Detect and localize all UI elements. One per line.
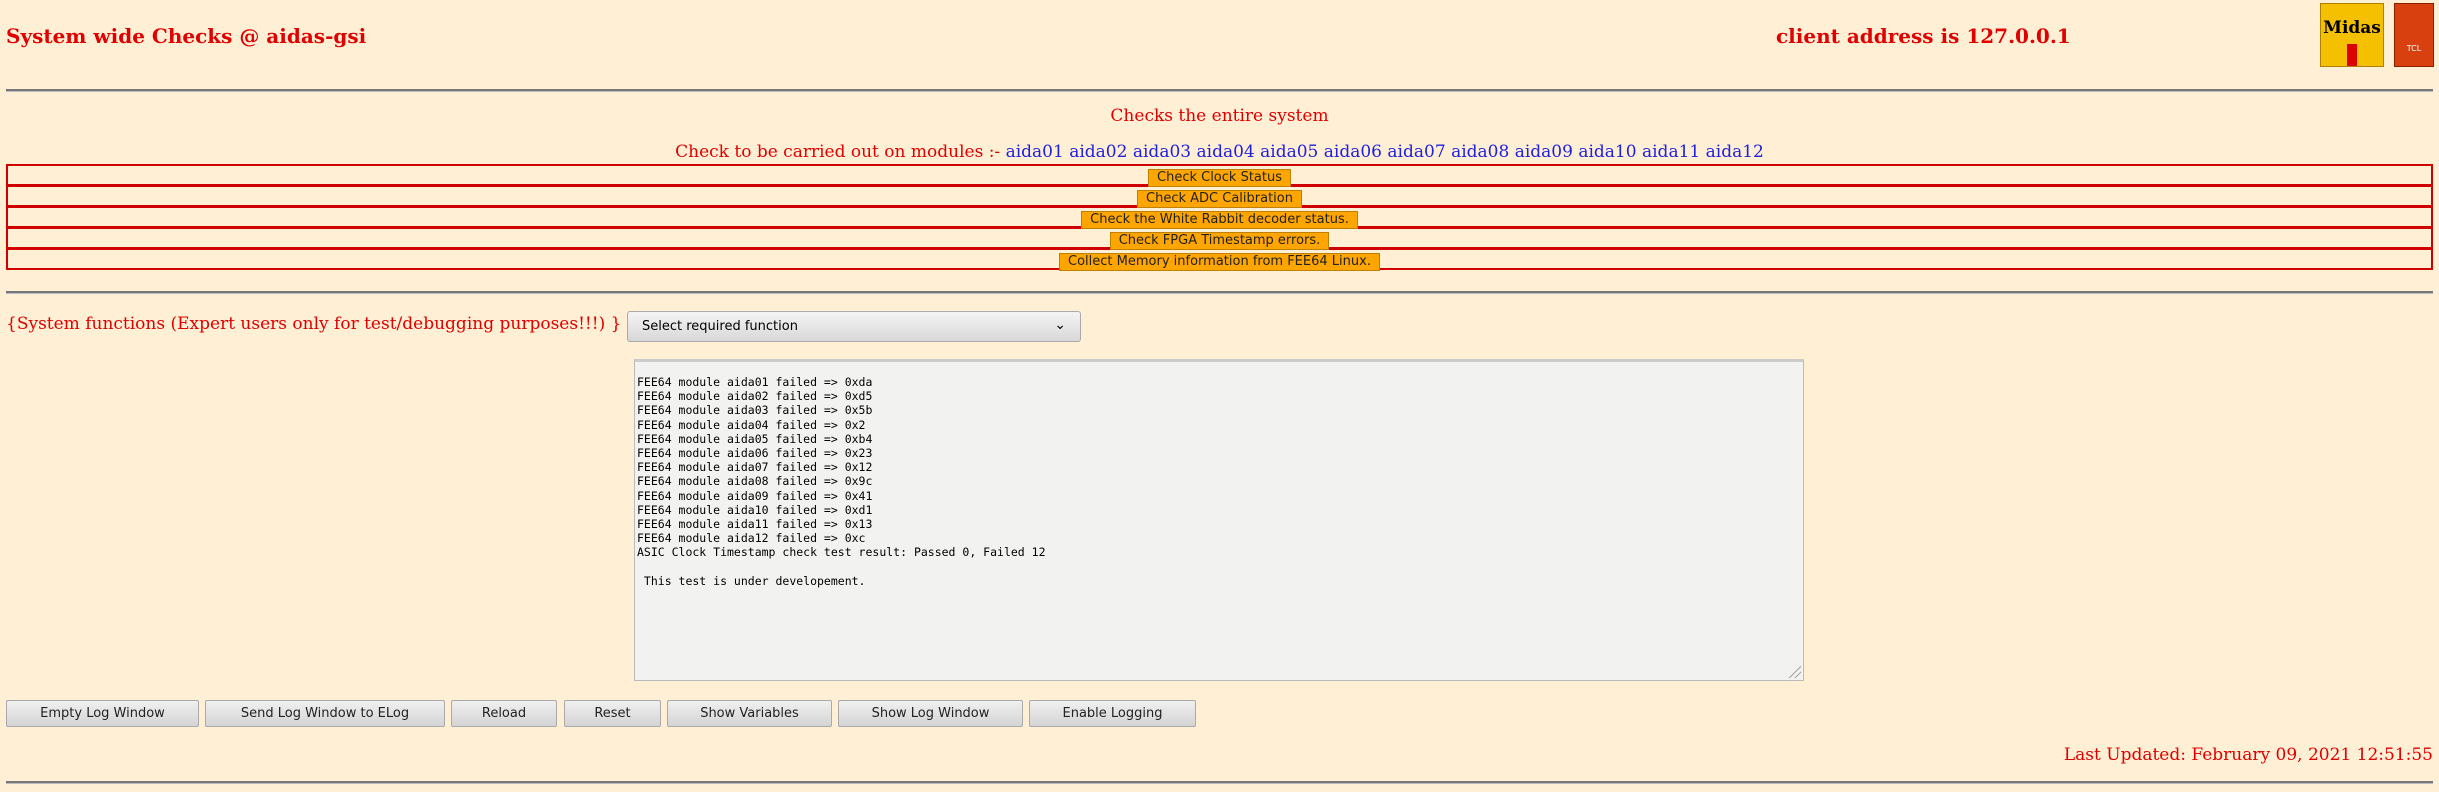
check-row: Collect Memory information from FEE64 Li…	[6, 248, 2433, 271]
check-button[interactable]: Collect Memory information from FEE64 Li…	[1059, 252, 1380, 271]
show-variables-button[interactable]: Show Variables	[667, 700, 832, 727]
midas-logo-text: Midas	[2323, 18, 2381, 38]
module-link[interactable]: aida12	[1706, 142, 1764, 162]
send-log-window-to-elog-button[interactable]: Send Log Window to ELog	[205, 700, 445, 727]
check-button[interactable]: Check Clock Status	[1148, 168, 1291, 187]
module-link[interactable]: aida08	[1451, 142, 1509, 162]
check-row: Check ADC Calibration	[6, 185, 2433, 208]
divider	[6, 781, 2433, 784]
reset-button[interactable]: Reset	[564, 700, 661, 727]
last-updated: Last Updated: February 09, 2021 12:51:55	[2063, 745, 2433, 765]
log-text: FEE64 module aida01 failed => 0xda FEE64…	[637, 375, 1046, 588]
divider	[6, 291, 2433, 294]
module-link[interactable]: aida11	[1642, 142, 1700, 162]
function-select[interactable]: Select required function ⌄	[627, 311, 1081, 342]
check-row: Check the White Rabbit decoder status.	[6, 206, 2433, 229]
check-row: Check FPGA Timestamp errors.	[6, 227, 2433, 250]
client-address: client address is 127.0.0.1	[1776, 24, 2071, 48]
module-link[interactable]: aida09	[1515, 142, 1573, 162]
system-functions-label: {System functions (Expert users only for…	[6, 314, 638, 334]
module-link[interactable]: aida05	[1260, 142, 1318, 162]
resize-handle-icon[interactable]	[1787, 664, 1801, 678]
page-title: System wide Checks @ aidas-gsi	[6, 24, 367, 48]
tcl-logo-text: TCL	[2406, 44, 2422, 53]
enable-logging-button[interactable]: Enable Logging	[1029, 700, 1196, 727]
reload-button[interactable]: Reload	[451, 700, 557, 727]
tcl-logo: TCL	[2394, 3, 2434, 67]
empty-log-window-button[interactable]: Empty Log Window	[6, 700, 199, 727]
module-link[interactable]: aida04	[1197, 142, 1255, 162]
modules-line: Check to be carried out on modules :- ai…	[0, 142, 2439, 162]
divider	[6, 89, 2433, 92]
module-link[interactable]: aida07	[1387, 142, 1445, 162]
modules-label: Check to be carried out on modules :-	[675, 142, 1006, 162]
check-button[interactable]: Check the White Rabbit decoder status.	[1081, 210, 1358, 229]
module-link[interactable]: aida10	[1578, 142, 1636, 162]
midas-logo: Midas	[2320, 3, 2384, 67]
log-window[interactable]: FEE64 module aida01 failed => 0xda FEE64…	[634, 359, 1804, 681]
module-link[interactable]: aida06	[1324, 142, 1382, 162]
chevron-down-icon: ⌄	[1054, 317, 1066, 333]
module-link[interactable]: aida03	[1133, 142, 1191, 162]
show-log-window-button[interactable]: Show Log Window	[838, 700, 1023, 727]
check-row: Check Clock Status	[6, 164, 2433, 187]
subtitle: Checks the entire system	[1110, 106, 1329, 126]
module-link[interactable]: aida02	[1069, 142, 1127, 162]
check-button[interactable]: Check FPGA Timestamp errors.	[1109, 231, 1330, 250]
check-button[interactable]: Check ADC Calibration	[1137, 189, 1302, 208]
checks-list: Check Clock Status Check ADC Calibration C…	[6, 164, 2433, 271]
module-link[interactable]: aida01	[1006, 142, 1064, 162]
select-value: Select required function	[642, 319, 798, 334]
